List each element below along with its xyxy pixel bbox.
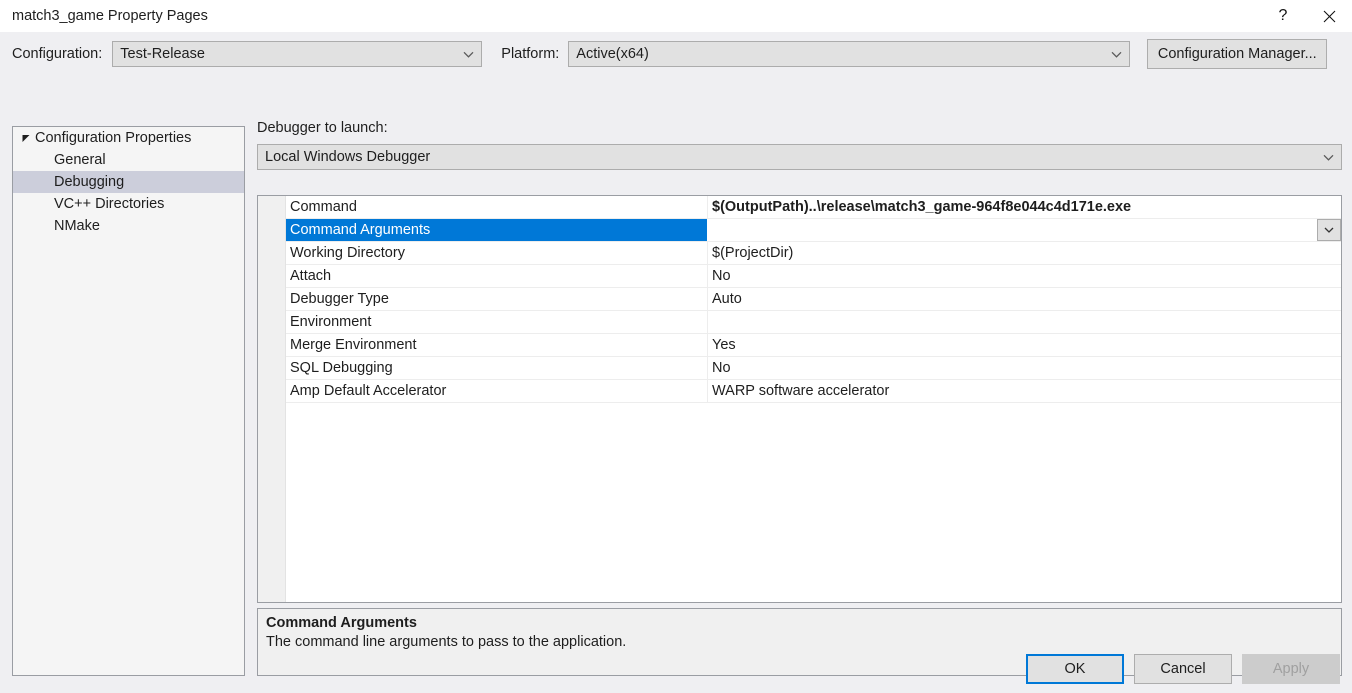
sidebar-item-vcpp-directories[interactable]: VC++ Directories — [13, 193, 244, 215]
tree-item-label: VC++ Directories — [54, 196, 165, 212]
property-name: Command Arguments — [286, 219, 707, 241]
property-value[interactable]: Yes — [707, 334, 1341, 356]
table-row[interactable]: Working Directory $(ProjectDir) — [286, 242, 1341, 265]
table-row[interactable]: Amp Default Accelerator WARP software ac… — [286, 380, 1341, 403]
close-button[interactable] — [1306, 0, 1352, 32]
chevron-down-icon — [1324, 227, 1334, 233]
sidebar-item-general[interactable]: General — [13, 149, 244, 171]
property-value[interactable]: No — [707, 357, 1341, 379]
property-name: Attach — [290, 268, 332, 284]
tree-item-label: NMake — [54, 218, 100, 234]
title-bar-buttons: ? — [1260, 0, 1352, 32]
property-value-dropdown-button[interactable] — [1317, 219, 1341, 241]
property-value[interactable] — [707, 219, 1341, 241]
tree-root-configuration-properties[interactable]: Configuration Properties — [13, 127, 244, 149]
platform-value: Active(x64) — [576, 46, 649, 62]
configuration-value: Test-Release — [120, 46, 205, 62]
platform-dropdown[interactable]: Active(x64) — [568, 41, 1131, 67]
close-icon — [1323, 10, 1335, 22]
chevron-down-icon — [1315, 154, 1341, 161]
configuration-bar: Configuration: Test-Release Platform: Ac… — [0, 32, 1352, 76]
table-row[interactable]: Command $(OutputPath)..\release\match3_g… — [286, 196, 1341, 219]
apply-button: Apply — [1242, 654, 1340, 684]
ok-button[interactable]: OK — [1026, 654, 1124, 684]
property-name: Environment — [290, 314, 372, 330]
table-row[interactable]: SQL Debugging No — [286, 357, 1341, 380]
property-grid: Command $(OutputPath)..\release\match3_g… — [257, 195, 1342, 603]
table-row[interactable]: Command Arguments — [286, 219, 1341, 242]
property-value[interactable] — [707, 311, 1341, 333]
chevron-down-icon — [1103, 51, 1129, 58]
property-name: Amp Default Accelerator — [290, 383, 447, 399]
property-name: Working Directory — [290, 245, 405, 261]
sidebar-item-debugging[interactable]: Debugging — [13, 171, 244, 193]
configuration-dropdown[interactable]: Test-Release — [112, 41, 483, 67]
property-name: Debugger Type — [290, 291, 389, 307]
property-name: SQL Debugging — [290, 360, 393, 376]
table-row[interactable]: Debugger Type Auto — [286, 288, 1341, 311]
debugger-to-launch-label: Debugger to launch: — [257, 120, 388, 136]
configuration-label: Configuration: — [12, 46, 103, 62]
description-title: Command Arguments — [266, 615, 417, 631]
property-value[interactable]: $(ProjectDir) — [707, 242, 1341, 264]
tree-root-label: Configuration Properties — [35, 130, 192, 146]
triangle-expanded-icon[interactable] — [22, 134, 35, 143]
title-bar: match3_game Property Pages ? — [0, 0, 1352, 32]
configuration-tree: Configuration Properties General Debuggi… — [12, 126, 245, 676]
sidebar-item-nmake[interactable]: NMake — [13, 215, 244, 237]
question-mark-icon: ? — [1278, 7, 1288, 24]
window-title: match3_game Property Pages — [12, 8, 208, 24]
property-grid-rows: Command $(OutputPath)..\release\match3_g… — [286, 196, 1341, 602]
property-value[interactable]: Auto — [707, 288, 1341, 310]
table-row[interactable]: Attach No — [286, 265, 1341, 288]
property-grid-gutter — [258, 196, 286, 602]
tree-item-label: General — [54, 152, 106, 168]
property-value[interactable]: $(OutputPath)..\release\match3_game-964f… — [707, 196, 1341, 218]
table-row[interactable]: Environment — [286, 311, 1341, 334]
property-name: Command — [290, 199, 357, 215]
configuration-manager-button[interactable]: Configuration Manager... — [1147, 39, 1328, 69]
property-name: Merge Environment — [290, 337, 417, 353]
dialog-body: Configuration Properties General Debuggi… — [0, 76, 1352, 677]
cancel-button[interactable]: Cancel — [1134, 654, 1232, 684]
platform-label: Platform: — [501, 46, 560, 62]
debugger-value: Local Windows Debugger — [265, 149, 431, 165]
debugger-to-launch-dropdown[interactable]: Local Windows Debugger — [257, 144, 1342, 170]
tree-item-label: Debugging — [54, 174, 125, 190]
table-row[interactable]: Merge Environment Yes — [286, 334, 1341, 357]
property-value[interactable]: WARP software accelerator — [707, 380, 1341, 402]
help-button[interactable]: ? — [1260, 0, 1306, 32]
property-value[interactable]: No — [707, 265, 1341, 287]
chevron-down-icon — [455, 51, 481, 58]
dialog-footer: OK Cancel Apply — [0, 645, 1352, 693]
